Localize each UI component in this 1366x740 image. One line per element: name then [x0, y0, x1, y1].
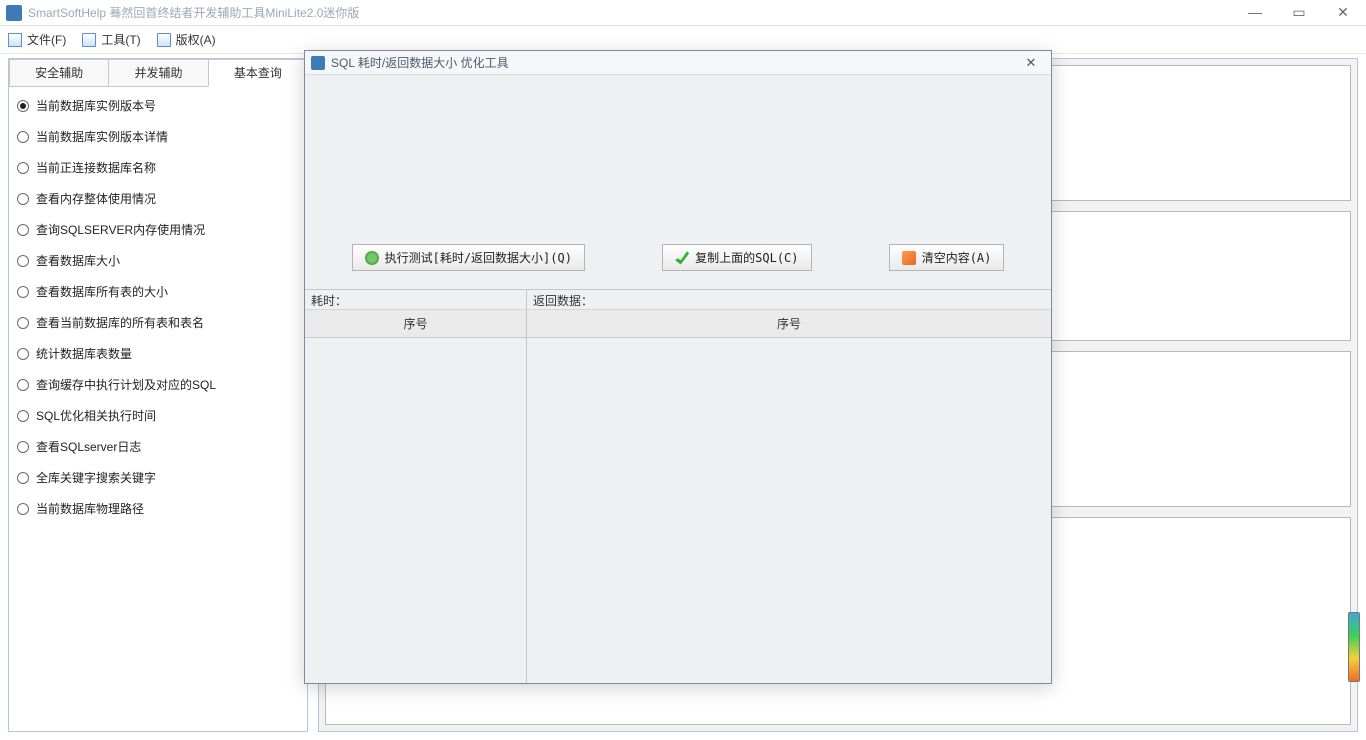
run-label: 执行测试[耗时/返回数据大小](Q) — [385, 249, 572, 266]
radio-label: 当前数据库实例版本详情 — [36, 128, 168, 145]
run-icon — [365, 251, 379, 265]
menu-tools-label: 工具(T) — [101, 31, 140, 48]
radio-icon — [17, 255, 29, 267]
data-grid-header: 序号 — [527, 310, 1051, 338]
col-data-title: 返回数据： — [527, 290, 1051, 310]
copy-label: 复制上面的SQL(C) — [695, 249, 798, 266]
radio-icon — [17, 193, 29, 205]
radio-icon — [17, 317, 29, 329]
check-icon — [675, 251, 689, 265]
radio-label: 当前数据库物理路径 — [36, 500, 144, 517]
radio-db-size[interactable]: 查看数据库大小 — [17, 252, 299, 269]
radio-label: 查看数据库所有表的大小 — [36, 283, 168, 300]
radio-icon — [17, 348, 29, 360]
radio-label: 全库关键字搜索关键字 — [36, 469, 156, 486]
col-data: 返回数据： 序号 — [527, 290, 1051, 683]
sql-optimize-dialog: SQL 耗时/返回数据大小 优化工具 ✕ 执行测试[耗时/返回数据大小](Q) … — [304, 50, 1052, 684]
clear-button[interactable]: 清空内容(A) — [889, 244, 1005, 271]
menu-file-label: 文件(F) — [27, 31, 66, 48]
minimize-button[interactable]: — — [1244, 4, 1266, 21]
radio-label: 查看数据库大小 — [36, 252, 120, 269]
radio-label: 当前数据库实例版本号 — [36, 97, 156, 114]
radio-version[interactable]: 当前数据库实例版本号 — [17, 97, 299, 114]
maximize-button[interactable]: ▭ — [1288, 4, 1310, 21]
radio-icon — [17, 286, 29, 298]
copy-sql-button[interactable]: 复制上面的SQL(C) — [662, 244, 811, 271]
radio-version-detail[interactable]: 当前数据库实例版本详情 — [17, 128, 299, 145]
radio-icon — [17, 410, 29, 422]
app-icon — [6, 5, 22, 21]
dialog-close-button[interactable]: ✕ — [1017, 55, 1045, 71]
radio-icon — [17, 472, 29, 484]
file-icon — [8, 33, 22, 47]
titlebar: SmartSoftHelp 蓦然回首终结者开发辅助工具MiniLite2.0迷你… — [0, 0, 1366, 26]
tabs-row: 安全辅助 并发辅助 基本查询 — [9, 59, 307, 87]
elapsed-grid-header: 序号 — [305, 310, 526, 338]
dialog-app-icon — [311, 56, 325, 70]
radio-label: 查询SQLSERVER内存使用情况 — [36, 221, 205, 238]
window-controls: — ▭ ✕ — [1244, 4, 1360, 21]
col-elapsed-title: 耗时： — [305, 290, 526, 310]
radio-sql-log[interactable]: 查看SQLserver日志 — [17, 438, 299, 455]
radio-sqlserver-mem[interactable]: 查询SQLSERVER内存使用情况 — [17, 221, 299, 238]
radio-table-sizes[interactable]: 查看数据库所有表的大小 — [17, 283, 299, 300]
dialog-title: SQL 耗时/返回数据大小 优化工具 — [331, 54, 1017, 71]
app-title: SmartSoftHelp 蓦然回首终结者开发辅助工具MiniLite2.0迷你… — [28, 4, 1244, 21]
close-button[interactable]: ✕ — [1332, 4, 1354, 21]
elapsed-grid-body[interactable] — [305, 338, 526, 683]
radio-icon — [17, 131, 29, 143]
dialog-buttons: 执行测试[耗时/返回数据大小](Q) 复制上面的SQL(C) 清空内容(A) — [313, 238, 1043, 281]
radio-global-search[interactable]: 全库关键字搜索关键字 — [17, 469, 299, 486]
radio-tables[interactable]: 查看当前数据库的所有表和表名 — [17, 314, 299, 331]
menu-tools[interactable]: 工具(T) — [82, 31, 140, 48]
radio-sql-time[interactable]: SQL优化相关执行时间 — [17, 407, 299, 424]
copyright-icon — [157, 33, 171, 47]
radio-db-name[interactable]: 当前正连接数据库名称 — [17, 159, 299, 176]
radio-label: 查看内存整体使用情况 — [36, 190, 156, 207]
radio-label: SQL优化相关执行时间 — [36, 407, 156, 424]
radio-label: 查看SQLserver日志 — [36, 438, 141, 455]
menu-copyright-label: 版权(A) — [176, 31, 216, 48]
radio-label: 查询缓存中执行计划及对应的SQL — [36, 376, 216, 393]
radio-icon — [17, 379, 29, 391]
left-panel: 安全辅助 并发辅助 基本查询 当前数据库实例版本号 当前数据库实例版本详情 当前… — [8, 58, 308, 732]
radio-icon — [17, 224, 29, 236]
clear-label: 清空内容(A) — [922, 249, 992, 266]
radio-label: 统计数据库表数量 — [36, 345, 132, 362]
tool-icon — [82, 33, 96, 47]
radio-icon — [17, 503, 29, 515]
clear-icon — [902, 251, 916, 265]
radio-mem-usage[interactable]: 查看内存整体使用情况 — [17, 190, 299, 207]
tab-content: 当前数据库实例版本号 当前数据库实例版本详情 当前正连接数据库名称 查看内存整体… — [9, 87, 307, 731]
tab-security[interactable]: 安全辅助 — [9, 59, 109, 87]
dialog-titlebar: SQL 耗时/返回数据大小 优化工具 ✕ — [305, 51, 1051, 75]
dialog-top: 执行测试[耗时/返回数据大小](Q) 复制上面的SQL(C) 清空内容(A) — [305, 75, 1051, 289]
radio-icon — [17, 162, 29, 174]
tab-basic-query[interactable]: 基本查询 — [208, 59, 308, 87]
radio-label: 当前正连接数据库名称 — [36, 159, 156, 176]
menu-file[interactable]: 文件(F) — [8, 31, 66, 48]
run-test-button[interactable]: 执行测试[耗时/返回数据大小](Q) — [352, 244, 585, 271]
radio-db-path[interactable]: 当前数据库物理路径 — [17, 500, 299, 517]
sql-input-area[interactable] — [313, 83, 1043, 238]
data-grid-body[interactable] — [527, 338, 1051, 683]
side-indicator-icon — [1348, 612, 1360, 682]
menu-copyright[interactable]: 版权(A) — [157, 31, 216, 48]
tab-concurrency[interactable]: 并发辅助 — [108, 59, 208, 87]
radio-exec-plan[interactable]: 查询缓存中执行计划及对应的SQL — [17, 376, 299, 393]
radio-icon — [17, 100, 29, 112]
col-elapsed: 耗时： 序号 — [305, 290, 527, 683]
radio-table-count[interactable]: 统计数据库表数量 — [17, 345, 299, 362]
radio-icon — [17, 441, 29, 453]
dialog-bottom: 耗时： 序号 返回数据： 序号 — [305, 289, 1051, 683]
radio-label: 查看当前数据库的所有表和表名 — [36, 314, 204, 331]
